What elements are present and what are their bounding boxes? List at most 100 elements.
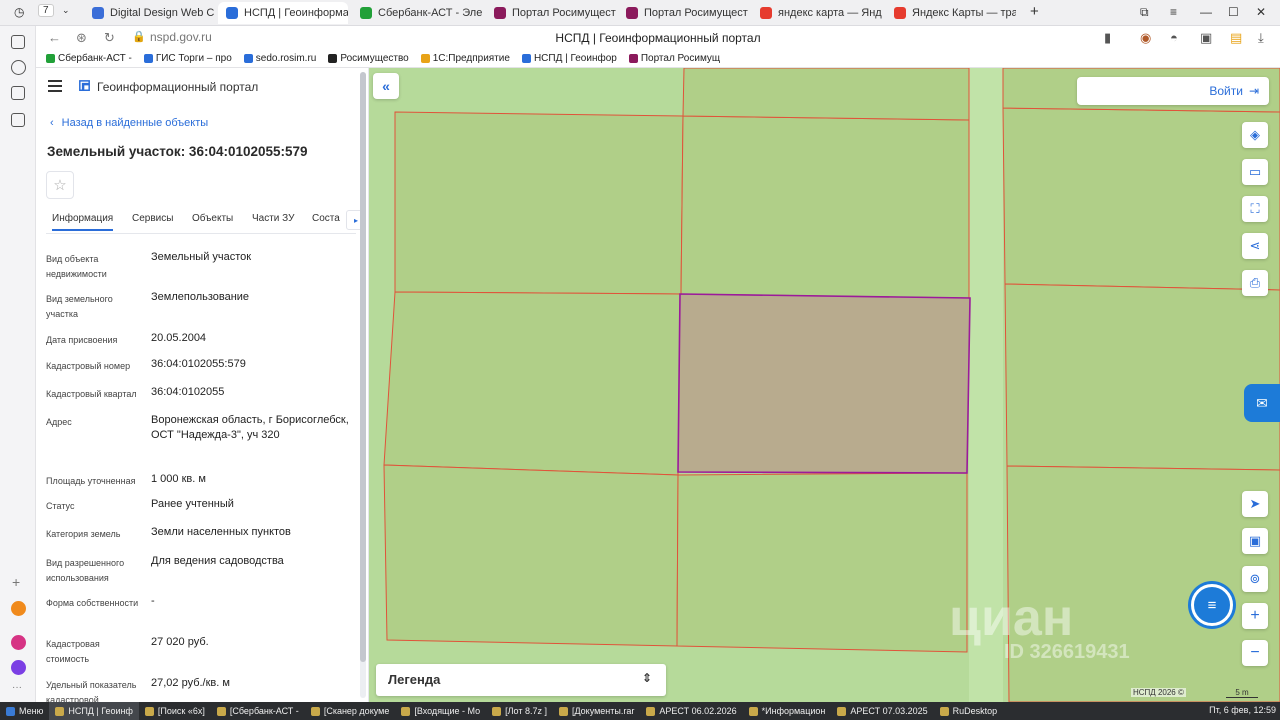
location-search-button[interactable]: ⊚ [1242,566,1268,592]
new-tab-button[interactable]: + [1030,3,1039,20]
close-window-button[interactable]: ✕ [1256,5,1266,19]
parcel[interactable] [383,291,682,476]
more-icon[interactable]: ··· [12,682,22,693]
measure-button[interactable]: ▭ [1242,159,1268,185]
parcel[interactable] [394,111,684,295]
taskbar-item[interactable]: НСПД | Геоинф [49,702,139,720]
tab-manager-icon[interactable]: ⧉ [1140,5,1149,20]
extension-icon[interactable]: ◉ [1140,30,1151,46]
media-icon[interactable] [11,113,25,127]
browser-menu-icon[interactable]: ≡ [1170,5,1177,19]
print-button[interactable]: ⎙ [1242,270,1268,296]
browser-tab[interactable]: Сбербанк-АСТ - Электро [352,2,482,24]
bookmark-item[interactable]: Портал Росимущ [628,53,720,64]
tab-label: Сбербанк-АСТ - Электро [378,7,482,19]
taskbar-item[interactable]: [Входящие - Мо [395,702,486,720]
portal-name: Геоинформационный портал [97,80,259,94]
browser-tab[interactable]: Портал Росимущества [486,2,616,24]
browser-tab[interactable]: НСПД | Геоинформаци✕ [218,2,348,24]
extension-icon[interactable]: ◓ [1170,30,1178,45]
mail-icon[interactable] [11,601,26,616]
login-button[interactable]: Войти ⇥ [1077,77,1269,105]
select-area-button[interactable]: ⛶ [1242,196,1268,222]
minimap-icon: ▣ [1248,533,1262,548]
favorite-button[interactable]: ☆ [46,171,74,199]
layers-button[interactable]: ◈ [1242,122,1268,148]
taskbar-item[interactable]: RuDesktop [934,702,1004,720]
taskbar-item[interactable]: АРЕСТ 06.02.2026 [640,702,742,720]
tab-parts[interactable]: Части ЗУ [252,213,294,224]
parcel[interactable] [676,472,968,653]
taskbar-item[interactable]: [Лот 8.7z ] [486,702,553,720]
navigation-arrow-icon: ➤ [1249,496,1261,511]
taskbar-item[interactable]: АРЕСТ 07.03.2025 [831,702,933,720]
taskbar-item[interactable]: *Информацион [743,702,832,720]
share-button[interactable]: ⋖ [1242,233,1268,259]
bookmark-item[interactable]: Росимущество [328,53,409,64]
info-value: Воронежская область, г Борисоглебск, ОСТ… [151,414,349,441]
tab-information[interactable]: Информация [52,213,114,231]
expand-icon: ⇕ [641,671,652,685]
taskbar-item-label: АРЕСТ 06.02.2026 [659,706,737,716]
tab-count[interactable]: 7 [38,4,54,17]
panel-scrollbar[interactable] [360,72,366,698]
extension-icon[interactable]: ▣ [1200,30,1212,46]
add-panel-icon[interactable]: + [12,574,20,590]
app-icon [748,706,758,716]
browser-tab[interactable]: Яндекс Карты — трансп [886,2,1016,24]
minimize-button[interactable]: — [1200,5,1212,19]
taskbar-item-label: [Сканер докуме [323,706,390,716]
tab-favicon-icon [626,7,638,19]
chevron-down-icon[interactable]: ⌄ [62,5,70,16]
cadastral-map[interactable]: « Войти ⇥ ◈ ▭ ⛶ ⋖ ⎙ ✉ ➤ ▣ ⊚ + − ≡ циан I… [369,68,1280,702]
zoom-out-button[interactable]: − [1242,640,1268,666]
support-chat-button[interactable]: ≡ [1191,584,1233,626]
alice-icon[interactable] [11,660,26,675]
zoom-in-button[interactable]: + [1242,603,1268,629]
bookmark-item[interactable]: НСПД | Геоинфор [521,53,617,64]
play-icon[interactable] [11,60,26,75]
bookmark-item[interactable]: 1С:Предприятие [420,53,510,64]
parcel[interactable] [1004,283,1280,471]
browser-tab[interactable]: яндекс карта — Яндекс [752,2,882,24]
calendar-icon[interactable] [11,86,25,100]
maximize-button[interactable]: ☐ [1228,5,1239,19]
location-pin-icon: ⊚ [1249,571,1261,586]
selected-parcel[interactable] [677,293,971,474]
bookmark-item[interactable]: Сбербанк-АСТ - [46,53,132,64]
collections-icon[interactable] [11,35,25,49]
bookmark-item[interactable]: ГИС Торги – про [143,53,232,64]
downloads-icon[interactable]: ▤ [1230,30,1242,46]
legend-dropdown[interactable]: Легенда ⇕ [376,664,666,696]
history-icon[interactable]: ◷ [14,5,24,19]
back-to-results-link[interactable]: ‹ Назад в найденные объекты [50,117,208,129]
chat-button[interactable]: ✉ [1244,384,1280,422]
minimap-button[interactable]: ▣ [1242,528,1268,554]
taskbar-item[interactable]: [Сканер докуме [305,702,396,720]
parcel[interactable] [682,68,970,121]
parcel[interactable] [383,464,679,647]
taskbar-item[interactable]: [Поиск «6x] [139,702,211,720]
tab-objects[interactable]: Объекты [192,213,233,224]
bookmark-item[interactable]: sedo.rosim.ru [243,53,316,64]
parcel[interactable] [1002,107,1280,291]
taskbar-item[interactable]: [Сбербанк-АСТ - [211,702,305,720]
tab-services[interactable]: Сервисы [132,213,173,224]
geolocation-button[interactable]: ➤ [1242,491,1268,517]
start-menu-button[interactable]: Меню [0,702,49,720]
collapse-panel-button[interactable]: « [373,73,399,99]
scrollbar-thumb[interactable] [360,72,366,662]
menu-icon[interactable] [48,80,62,92]
store-icon[interactable] [11,635,26,650]
browser-tab[interactable]: Digital Design Web Client [84,2,214,24]
info-label: Кадастровый квартал [46,389,137,399]
browser-tab[interactable]: Портал Росимущества [618,2,748,24]
download-arrow-icon[interactable]: ⤓ [1258,30,1264,46]
parcel[interactable] [680,115,970,299]
tab-composition[interactable]: Соста [312,213,340,224]
app-icon [310,706,320,716]
bookmark-icon[interactable]: ▮ [1104,30,1111,46]
taskbar-item-label: [Сбербанк-АСТ - [229,706,299,716]
parcel[interactable] [1006,465,1280,702]
taskbar-item[interactable]: [Документы.rar [553,702,640,720]
